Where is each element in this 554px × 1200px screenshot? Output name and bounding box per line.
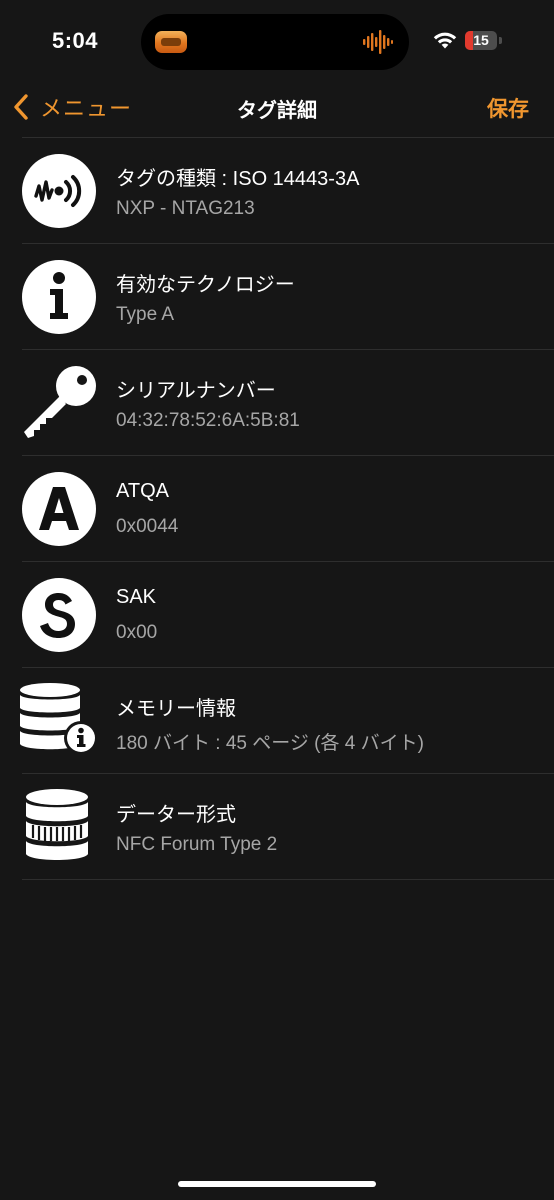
letter-s-icon xyxy=(22,578,96,652)
letter-a-icon xyxy=(22,472,96,546)
row-value: NXP - NTAG213 xyxy=(116,198,255,219)
save-button[interactable]: 保存 xyxy=(487,93,529,123)
list-item-data-format: データー形式 NFC Forum Type 2 xyxy=(22,773,554,880)
status-bar: 5:04 15 xyxy=(0,0,554,84)
row-value: Type A xyxy=(116,304,175,325)
row-value: 180 バイト : 45 ページ (各 4 バイト) xyxy=(116,733,424,754)
battery-cap xyxy=(499,37,502,44)
list-item-technology: 有効なテクノロジー Type A xyxy=(22,243,554,349)
row-title: シリアルナンバー xyxy=(116,380,276,402)
row-title: タグの種類 : ISO 14443-3A xyxy=(116,168,360,190)
list-item-memory-info: メモリー情報 180 バイト : 45 ページ (各 4 バイト) xyxy=(20,667,554,773)
navigation-bar: メニュー タグ詳細 保存 xyxy=(0,84,554,130)
row-value: 0x0044 xyxy=(116,516,179,537)
row-title: データー形式 xyxy=(116,804,236,826)
status-time: 5:04 xyxy=(52,28,99,53)
list-item-sak: SAK 0x00 xyxy=(22,561,554,667)
database-info-icon xyxy=(20,683,98,755)
wifi-icon xyxy=(433,32,457,49)
list-item-atqa: ATQA 0x0044 xyxy=(22,455,554,561)
nfc-signal-icon xyxy=(22,154,96,228)
row-value: 04:32:78:52:6A:5B:81 xyxy=(116,410,300,431)
database-icon xyxy=(26,789,88,860)
key-icon xyxy=(24,366,96,438)
dynamic-island xyxy=(141,14,409,70)
tag-detail-list: タグの種類 : ISO 14443-3A NXP - NTAG213 有効なテク… xyxy=(20,137,554,880)
home-indicator[interactable] xyxy=(178,1181,376,1187)
row-title: ATQA xyxy=(116,480,169,502)
info-icon xyxy=(22,260,96,334)
row-value: NFC Forum Type 2 xyxy=(116,834,278,855)
live-activity-icon xyxy=(155,31,187,53)
battery-indicator: 15 xyxy=(465,31,497,50)
row-value: 0x00 xyxy=(116,622,158,643)
row-title: メモリー情報 xyxy=(116,698,236,720)
row-title: SAK xyxy=(116,586,157,608)
list-item-serial-number: シリアルナンバー 04:32:78:52:6A:5B:81 xyxy=(22,349,554,455)
page-title: タグ詳細 xyxy=(237,100,317,122)
battery-level: 15 xyxy=(473,32,489,48)
row-title: 有効なテクノロジー xyxy=(116,274,295,296)
list-item-tag-type: タグの種類 : ISO 14443-3A NXP - NTAG213 xyxy=(22,137,554,243)
audio-waveform-icon xyxy=(363,30,393,54)
